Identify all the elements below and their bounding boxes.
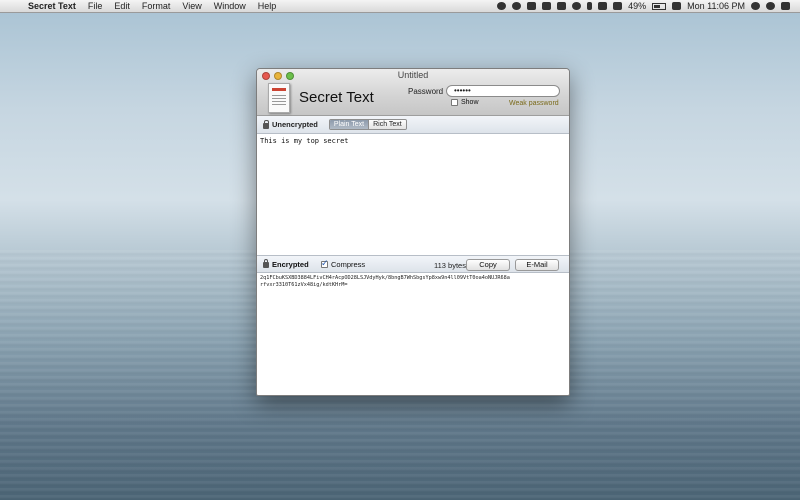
menu-window[interactable]: Window xyxy=(208,1,252,11)
password-field[interactable]: •••••• xyxy=(446,85,560,97)
app-window: Untitled Secret Text Password •••••• Sho… xyxy=(256,68,570,396)
input-source-icon[interactable] xyxy=(672,2,682,10)
menu-bar: Secret Text File Edit Format View Window… xyxy=(0,0,800,13)
menu-help[interactable]: Help xyxy=(252,1,283,11)
locked-icon xyxy=(263,259,269,268)
app-title: Secret Text xyxy=(299,89,374,106)
rich-text-tab[interactable]: Rich Text xyxy=(368,120,406,129)
clock[interactable]: Mon 11:06 PM xyxy=(687,1,745,11)
cloud-icon[interactable] xyxy=(512,2,522,10)
menu-app-name[interactable]: Secret Text xyxy=(24,1,82,11)
menu-edit[interactable]: Edit xyxy=(108,1,136,11)
compress-checkbox[interactable] xyxy=(321,258,329,269)
wifi-icon[interactable] xyxy=(598,2,608,10)
show-checkbox[interactable] xyxy=(451,99,458,106)
compress-label: Compress xyxy=(331,260,366,269)
notification-center-icon[interactable] xyxy=(781,2,790,10)
byte-count: 113 bytes xyxy=(434,261,466,270)
window-title: Untitled xyxy=(397,70,429,80)
ciphertext-view[interactable]: 2q1FCbuKSXBD3884LFivCH4rAcpOD28LSJVdyHyk… xyxy=(257,273,569,290)
keyboard-icon[interactable] xyxy=(527,2,537,10)
spotlight-icon[interactable] xyxy=(766,2,775,10)
password-strength: Weak password xyxy=(509,100,559,107)
ciphertext-line: rfvxr3310T61zVx48ig/kdtKHrM= xyxy=(260,281,348,288)
menu-file[interactable]: File xyxy=(82,1,109,11)
compress-toggle[interactable]: Compress xyxy=(321,258,366,269)
app-logo-icon xyxy=(268,83,290,113)
user-icon[interactable] xyxy=(751,2,760,10)
copy-button[interactable]: Copy xyxy=(466,259,510,271)
encrypted-bar: Encrypted Compress 113 bytes Copy E-Mail xyxy=(257,255,569,273)
plain-text-tab[interactable]: Plain Text xyxy=(329,120,369,129)
unencrypted-bar: Unencrypted Plain Text Rich Text xyxy=(257,116,569,134)
format-segmented-control: Plain Text Rich Text xyxy=(328,119,407,130)
battery-icon[interactable] xyxy=(652,2,667,10)
status-tray: 49% Mon 11:06 PM xyxy=(497,1,800,11)
menu-view[interactable]: View xyxy=(176,1,207,11)
alien-icon[interactable] xyxy=(497,2,507,10)
unencrypted-label: Unencrypted xyxy=(272,120,318,129)
unlocked-icon xyxy=(263,119,269,129)
show-label: Show xyxy=(461,99,479,106)
plaintext-editor[interactable]: This is my top secret xyxy=(257,134,569,255)
bag-icon[interactable] xyxy=(542,2,552,10)
battery-percent[interactable]: 49% xyxy=(628,1,646,11)
volume-icon[interactable] xyxy=(613,2,623,10)
show-password-toggle[interactable]: Show xyxy=(451,99,479,106)
time-machine-icon[interactable] xyxy=(572,2,582,10)
bluetooth-icon[interactable] xyxy=(587,2,593,10)
password-label: Password xyxy=(408,87,444,96)
menu-format[interactable]: Format xyxy=(136,1,177,11)
lock-icon[interactable] xyxy=(557,2,567,10)
title-bar[interactable]: Untitled Secret Text Password •••••• Sho… xyxy=(257,69,569,116)
encrypted-label: Encrypted xyxy=(272,259,309,269)
email-button[interactable]: E-Mail xyxy=(515,259,559,271)
